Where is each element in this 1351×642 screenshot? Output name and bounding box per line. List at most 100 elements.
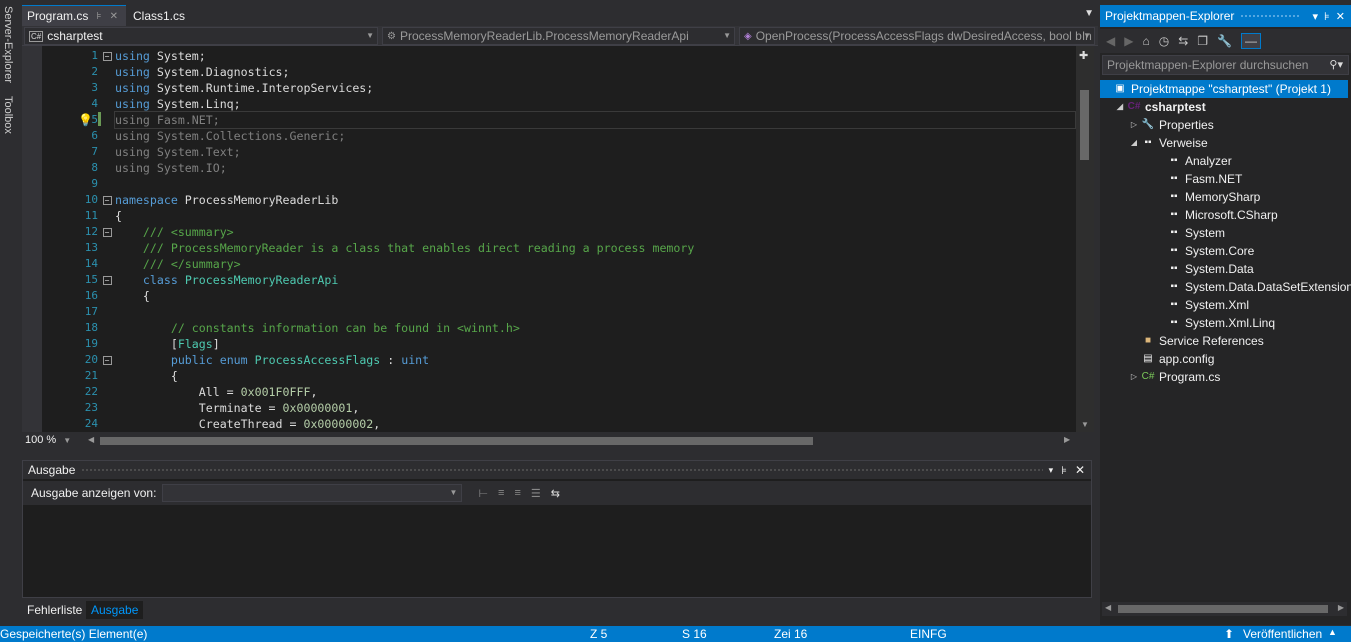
expanded-arrow-icon[interactable]: ◢ — [1114, 98, 1126, 116]
code-line[interactable]: using System.Diagnostics; — [115, 64, 1075, 80]
scroll-down-icon[interactable]: ▼ — [1081, 420, 1089, 429]
class-dropdown[interactable]: ⚙ ProcessMemoryReaderLib.ProcessMemoryRe… — [382, 27, 735, 45]
code-line[interactable]: { — [115, 208, 1075, 224]
tree-node-app-config[interactable]: ▤ app.config — [1140, 350, 1214, 368]
properties-wrench-icon[interactable]: 🔧 — [1217, 34, 1232, 48]
fold-toggle[interactable]: − — [100, 224, 114, 240]
code-line[interactable]: { — [115, 288, 1075, 304]
tree-node-reference[interactable]: ▪▪ Fasm.NET — [1166, 170, 1242, 188]
tab-output[interactable]: Ausgabe — [86, 601, 144, 619]
collapse-icon[interactable]: − — [102, 275, 112, 285]
code-line[interactable]: [Flags] — [115, 336, 1075, 352]
toolbox-tab[interactable]: Toolbox — [2, 96, 14, 134]
tab-program-cs[interactable]: Program.cs ⊧ ✕ — [22, 5, 126, 26]
tree-node-reference[interactable]: ▪▪ System.Xml — [1166, 296, 1249, 314]
code-line[interactable]: public enum ProcessAccessFlags : uint — [115, 352, 1075, 368]
previous-message-icon[interactable]: ≡ — [498, 487, 504, 499]
find-message-icon[interactable]: ⊢ — [478, 487, 488, 500]
tree-node-program-cs[interactable]: ▷ C# Program.cs — [1128, 368, 1220, 386]
history-icon[interactable]: ◷ — [1159, 34, 1169, 48]
solution-search-input[interactable]: Projektmappen-Explorer durchsuchen ⚲▾ — [1102, 55, 1349, 75]
fold-toggle[interactable]: − — [100, 352, 114, 368]
close-icon[interactable]: ✕ — [1075, 463, 1085, 477]
editor-vertical-scrollbar[interactable]: ✚ ▼ — [1076, 46, 1094, 432]
tree-node-reference[interactable]: ▪▪ Microsoft.CSharp — [1166, 206, 1277, 224]
code-line[interactable]: using Fasm.NET; — [114, 111, 1076, 129]
code-editor[interactable]: 💡 1 2 3 4 5 6 7 8 9 10 11 12 13 14 15 16 17 18 19 20 21 22 23 2… — [22, 46, 1076, 432]
tree-node-references[interactable]: ◢ ▪▪ Verweise — [1128, 134, 1208, 152]
code-line[interactable]: class ProcessMemoryReaderApi — [115, 272, 1075, 288]
home-icon[interactable]: ⌂ — [1142, 34, 1149, 48]
code-line[interactable]: using System.Runtime.InteropServices; — [115, 80, 1075, 96]
tree-node-properties[interactable]: ▷ 🔧 Properties — [1128, 116, 1214, 134]
code-line[interactable]: /// </summary> — [115, 256, 1075, 272]
publish-up-icon[interactable]: ⬆ — [1224, 627, 1234, 641]
scroll-right-icon[interactable]: ▶ — [1064, 435, 1070, 444]
code-line[interactable] — [115, 304, 1075, 320]
collapse-all-icon[interactable]: ❐ — [1197, 34, 1208, 48]
tree-node-reference[interactable]: ▪▪ System.Data.DataSetExtension — [1166, 278, 1351, 296]
clear-all-icon[interactable]: ☰ — [531, 487, 541, 500]
collapse-icon[interactable]: − — [102, 51, 112, 61]
search-icon[interactable]: ⚲▾ — [1329, 58, 1343, 71]
code-line[interactable]: /// <summary> — [115, 224, 1075, 240]
word-wrap-icon[interactable]: ⇆ — [551, 487, 560, 500]
tree-node-service-references[interactable]: ■ Service References — [1140, 332, 1264, 350]
tab-class1-cs[interactable]: Class1.cs — [128, 5, 218, 26]
close-icon[interactable]: ✕ — [110, 11, 118, 22]
collapsed-arrow-icon[interactable]: ▷ — [1128, 116, 1140, 134]
fold-toggle[interactable]: − — [100, 192, 114, 208]
next-message-icon[interactable]: ≡ — [514, 487, 520, 499]
code-line[interactable]: using System.Collections.Generic; — [115, 128, 1075, 144]
solution-horizontal-scrollbar[interactable]: ◀ ▶ — [1102, 602, 1347, 616]
split-window-icon[interactable]: ✚ — [1079, 49, 1088, 62]
code-line[interactable]: using System.IO; — [115, 160, 1075, 176]
tab-error-list[interactable]: Fehlerliste — [22, 601, 87, 619]
code-text[interactable]: using System; using System.Diagnostics; us… — [114, 48, 1076, 432]
code-line[interactable]: CreateThread = 0x00000002, — [115, 416, 1075, 432]
window-menu-icon[interactable]: ▾ — [1313, 10, 1319, 23]
scroll-right-icon[interactable]: ▶ — [1338, 603, 1344, 612]
code-line[interactable]: namespace ProcessMemoryReaderLib — [115, 192, 1075, 208]
member-dropdown[interactable]: ◈ OpenProcess(ProcessAccessFlags dwDesir… — [739, 27, 1095, 45]
code-line[interactable]: { — [115, 368, 1075, 384]
code-line[interactable]: /// ProcessMemoryReader is a class that … — [115, 240, 1075, 256]
tree-node-reference[interactable]: ▪▪ System — [1166, 224, 1225, 242]
preview-toggle-icon[interactable]: — — [1240, 33, 1261, 49]
back-icon[interactable]: ◀ — [1106, 34, 1115, 48]
fold-toggle[interactable]: − — [100, 48, 114, 64]
close-icon[interactable]: ✕ — [1336, 10, 1345, 23]
scroll-left-icon[interactable]: ◀ — [88, 435, 94, 444]
pin-icon[interactable]: ⊧ — [1061, 464, 1067, 477]
tree-node-reference[interactable]: ▪▪ Analyzer — [1166, 152, 1231, 170]
sync-icon[interactable]: ⇆ — [1178, 34, 1188, 48]
tree-node-reference[interactable]: ▪▪ System.Data — [1166, 260, 1253, 278]
code-line[interactable]: using System; — [115, 48, 1075, 64]
fold-toggle[interactable]: − — [100, 272, 114, 288]
code-line[interactable]: Terminate = 0x00000001, — [115, 400, 1075, 416]
expanded-arrow-icon[interactable]: ◢ — [1128, 134, 1140, 152]
collapse-icon[interactable]: − — [102, 355, 112, 365]
tree-node-project[interactable]: ◢ C# csharptest — [1114, 98, 1206, 116]
project-dropdown[interactable]: C# csharptest ▼ — [24, 27, 378, 45]
code-line[interactable] — [115, 176, 1075, 192]
chevron-up-icon[interactable]: ▲ — [1328, 627, 1337, 637]
pin-icon[interactable]: ⊧ — [96, 11, 101, 22]
zoom-dropdown[interactable]: 100 % ▼ — [25, 434, 85, 448]
forward-icon[interactable]: ▶ — [1124, 34, 1133, 48]
scroll-left-icon[interactable]: ◀ — [1105, 603, 1111, 612]
collapse-icon[interactable]: − — [102, 195, 112, 205]
code-line[interactable]: // constants information can be found in… — [115, 320, 1075, 336]
tree-node-reference[interactable]: ▪▪ System.Core — [1166, 242, 1254, 260]
publish-button[interactable]: Veröffentlichen — [1243, 627, 1322, 641]
scrollbar-thumb[interactable] — [1118, 605, 1328, 613]
code-line[interactable]: All = 0x001F0FFF, — [115, 384, 1075, 400]
pin-icon[interactable]: ⊧ — [1324, 10, 1330, 23]
collapse-icon[interactable]: − — [102, 227, 112, 237]
code-line[interactable]: using System.Linq; — [115, 96, 1075, 112]
window-menu-icon[interactable]: ▾ — [1049, 465, 1054, 476]
scrollbar-thumb[interactable] — [1080, 90, 1089, 160]
output-source-select[interactable]: ▼ — [162, 484, 463, 502]
tab-overflow-icon[interactable]: ▼ — [1084, 8, 1094, 19]
server-explorer-tab[interactable]: Server-Explorer — [2, 6, 14, 83]
